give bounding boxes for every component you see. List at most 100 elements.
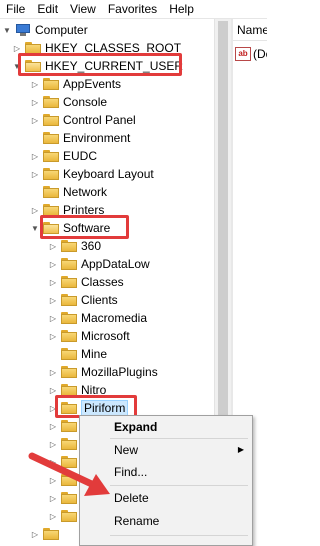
expand-arrow-icon[interactable]: ▷ <box>30 75 40 93</box>
tree-node-label: AppEvents <box>63 77 122 91</box>
menu-separator <box>110 535 248 536</box>
value-row-default[interactable]: ab (De <box>235 45 267 63</box>
tree-node-hidden[interactable]: ▷ <box>48 453 81 471</box>
tree-node-hidden[interactable]: ▷ <box>48 417 81 435</box>
expand-arrow-icon[interactable]: ▷ <box>30 111 40 129</box>
expand-arrow-icon[interactable]: ▷ <box>30 147 40 165</box>
tree-node-classes[interactable]: ▷ Classes <box>48 273 124 291</box>
expand-arrow-icon[interactable]: ▷ <box>48 453 58 471</box>
folder-icon <box>61 456 77 468</box>
menu-help[interactable]: Help <box>163 0 200 18</box>
folder-icon <box>61 510 77 522</box>
tree-node-label: Console <box>63 95 108 109</box>
tree-node-mine[interactable]: Mine <box>48 345 107 363</box>
tree-node-hidden[interactable]: ▷ <box>48 471 81 489</box>
scrollbar-thumb[interactable] <box>218 21 228 421</box>
expand-arrow-icon[interactable]: ▷ <box>48 417 58 435</box>
tree-node-label: Classes <box>81 275 124 289</box>
folder-icon <box>61 438 77 450</box>
menu-item-expand[interactable]: Expand <box>80 416 252 438</box>
value-name: (De <box>253 47 267 61</box>
expand-arrow-icon[interactable]: ▷ <box>48 237 58 255</box>
folder-icon <box>43 150 59 162</box>
folder-icon <box>61 492 77 504</box>
tree-node-eudc[interactable]: ▷ EUDC <box>30 147 97 165</box>
tree-node-hidden[interactable]: ▷ <box>48 435 81 453</box>
submenu-arrow-icon: ▶ <box>237 445 244 454</box>
tree-node-label: EUDC <box>63 149 98 163</box>
expand-arrow-icon[interactable]: ▷ <box>30 525 40 543</box>
tree-node-label: MozillaPlugins <box>81 365 158 379</box>
folder-icon <box>43 132 59 144</box>
tree-node-label: Macromedia <box>81 311 148 325</box>
expand-arrow-icon[interactable]: ▷ <box>48 309 58 327</box>
tree-node-360[interactable]: ▷ 360 <box>48 237 101 255</box>
menu-file[interactable]: File <box>0 0 31 18</box>
folder-icon <box>43 78 59 90</box>
expand-arrow-icon[interactable]: ▷ <box>30 93 40 111</box>
collapse-arrow-icon[interactable]: ▼ <box>2 21 12 39</box>
expand-arrow-icon[interactable]: ▷ <box>48 291 58 309</box>
expand-arrow-icon[interactable]: ▷ <box>48 471 58 489</box>
tree-node-network[interactable]: Network <box>30 183 107 201</box>
tree-node-hidden[interactable]: ▷ <box>48 489 81 507</box>
menu-separator <box>110 485 248 486</box>
context-menu: Expand New ▶ Find... Delete Rename <box>79 415 253 546</box>
expand-arrow-icon[interactable]: ▷ <box>48 255 58 273</box>
collapse-arrow-icon[interactable]: ▼ <box>30 219 40 237</box>
folder-icon <box>61 240 77 252</box>
column-header-name[interactable]: Name <box>233 19 267 41</box>
expand-arrow-icon[interactable]: ▷ <box>48 273 58 291</box>
menu-item-label: Delete <box>114 491 149 505</box>
folder-icon <box>43 96 59 108</box>
menu-view[interactable]: View <box>64 0 102 18</box>
expand-arrow-icon[interactable]: ▷ <box>30 201 40 219</box>
tree-node-computer[interactable]: ▼ Computer <box>2 21 88 39</box>
folder-icon <box>61 366 77 378</box>
tree-node-macromedia[interactable]: ▷ Macromedia <box>48 309 147 327</box>
tree-node-label: Environment <box>63 131 131 145</box>
tree-node-label: Control Panel <box>63 113 136 127</box>
expand-arrow-icon[interactable]: ▷ <box>48 507 58 525</box>
folder-icon <box>43 186 59 198</box>
menu-edit[interactable]: Edit <box>31 0 64 18</box>
tree-node-mozillaplugins[interactable]: ▷ MozillaPlugins <box>48 363 158 381</box>
tree-node-label: 360 <box>81 239 102 253</box>
tree-node-keyboard-layout[interactable]: ▷ Keyboard Layout <box>30 165 154 183</box>
folder-icon <box>43 168 59 180</box>
expand-arrow-icon[interactable]: ▷ <box>48 435 58 453</box>
tree-node-clients[interactable]: ▷ Clients <box>48 291 118 309</box>
tree-node-microsoft[interactable]: ▷ Microsoft <box>48 327 130 345</box>
folder-icon <box>61 312 77 324</box>
tree-node-console[interactable]: ▷ Console <box>30 93 107 111</box>
menu-item-delete[interactable]: Delete <box>80 487 252 509</box>
tree-node-appevents[interactable]: ▷ AppEvents <box>30 75 121 93</box>
menu-item-label: New <box>114 443 139 457</box>
expand-arrow-icon[interactable]: ▷ <box>48 489 58 507</box>
tree-node-label: Network <box>63 185 108 199</box>
menu-item-label: Find... <box>114 465 148 479</box>
highlight-hkey-current-user <box>18 53 182 76</box>
menu-item-new[interactable]: New ▶ <box>80 439 252 461</box>
tree-node-control-panel[interactable]: ▷ Control Panel <box>30 111 136 129</box>
folder-icon <box>61 258 77 270</box>
tree-node-environment[interactable]: Environment <box>30 129 130 147</box>
tree-node-appdatalow[interactable]: ▷ AppDataLow <box>48 255 150 273</box>
menu-favorites[interactable]: Favorites <box>102 0 163 18</box>
tree-node-label: Keyboard Layout <box>63 167 154 181</box>
menu-item-rename[interactable]: Rename <box>80 510 252 532</box>
expand-arrow-icon[interactable]: ▷ <box>48 327 58 345</box>
tree-node-label: Mine <box>81 347 108 361</box>
tree-node-hidden[interactable]: ▷ <box>48 507 81 525</box>
tree-node-label: Clients <box>81 293 118 307</box>
expand-arrow-icon[interactable]: ▷ <box>48 363 58 381</box>
menu-item-find[interactable]: Find... <box>80 461 252 483</box>
expand-arrow-icon[interactable]: ▷ <box>30 165 40 183</box>
folder-icon <box>61 276 77 288</box>
string-value-icon: ab <box>235 47 251 61</box>
folder-icon <box>61 474 77 486</box>
tree-node-hidden[interactable]: ▷ <box>30 525 63 543</box>
folder-icon <box>43 528 59 540</box>
